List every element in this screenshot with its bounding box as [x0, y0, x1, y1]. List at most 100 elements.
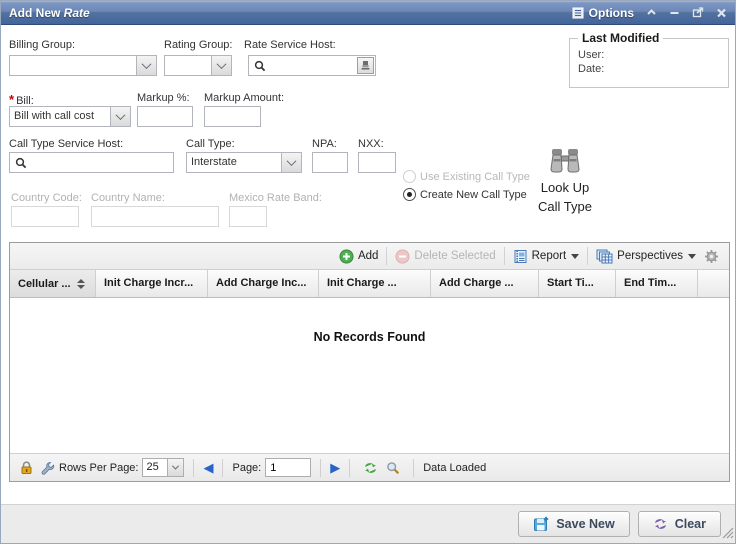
popout-button[interactable]	[692, 7, 704, 18]
search-icon	[254, 60, 266, 72]
markup-pct-label: Markup %:	[137, 92, 190, 104]
rates-grid: Add Delete Selected Report Perspectives	[9, 242, 730, 482]
nxx-field	[358, 152, 396, 173]
create-new-call-type-label: Create New Call Type	[420, 189, 527, 201]
column-header-end-time[interactable]: End Tim...	[616, 270, 698, 297]
pager-separator	[193, 459, 194, 477]
country-name-field	[91, 206, 219, 227]
refresh-icon[interactable]	[363, 461, 378, 475]
column-header-filler	[698, 270, 729, 297]
rate-service-host-clear-button[interactable]	[357, 57, 374, 74]
grid-header: Cellular ... Init Charge Incr... Add Cha…	[10, 270, 729, 298]
call-type-dropdown-button[interactable]	[281, 153, 301, 172]
markup-pct-field	[137, 106, 193, 127]
add-button[interactable]: Add	[339, 249, 378, 264]
markup-pct-input[interactable]	[138, 107, 192, 126]
nxx-label: NXX:	[358, 138, 384, 150]
perspectives-button[interactable]: Perspectives	[596, 249, 696, 264]
perspectives-label: Perspectives	[617, 250, 683, 262]
rows-per-page-label: Rows Per Page:	[59, 462, 138, 474]
column-header-cellular[interactable]: Cellular ...	[10, 270, 96, 297]
close-button[interactable]	[716, 8, 727, 18]
call-type-select[interactable]: Interstate	[186, 152, 302, 173]
title-bar: Add New Rate Options	[1, 1, 735, 25]
bill-select[interactable]: Bill with call cost	[9, 106, 131, 127]
add-new-rate-window: Add New Rate Options Billing Group: Rati…	[0, 0, 736, 544]
markup-amount-input[interactable]	[205, 107, 260, 126]
create-new-call-type-radio[interactable]: Create New Call Type	[403, 188, 527, 201]
caret-down-icon	[688, 254, 696, 259]
last-modified-group: Last Modified User: Date:	[569, 31, 729, 88]
next-page-button[interactable]: ▶	[330, 461, 340, 474]
country-code-field	[11, 206, 79, 227]
mexico-rate-band-field	[229, 206, 267, 227]
previous-page-button[interactable]: ◀	[203, 461, 213, 474]
pager-separator	[222, 459, 223, 477]
save-new-label: Save New	[556, 517, 614, 531]
report-button[interactable]: Report	[513, 249, 580, 264]
markup-amount-label: Markup Amount:	[204, 92, 284, 104]
last-modified-date-label: Date:	[578, 63, 720, 75]
npa-label: NPA:	[312, 138, 337, 150]
column-header-add-charge-incr[interactable]: Add Charge Inc...	[208, 270, 319, 297]
report-label: Report	[532, 250, 567, 262]
perspectives-icon	[596, 249, 613, 264]
lock-icon[interactable]	[20, 461, 33, 475]
mexico-rate-band-input	[230, 207, 266, 226]
resize-grip[interactable]	[721, 526, 734, 542]
pager-separator	[413, 459, 414, 477]
delete-icon	[395, 249, 410, 264]
toolbar-separator	[587, 247, 588, 265]
rating-group-value	[165, 56, 211, 75]
bill-dropdown-button[interactable]	[110, 107, 130, 126]
rating-group-dropdown-button[interactable]	[211, 56, 231, 75]
search-icon[interactable]	[386, 461, 400, 475]
grid-pager: Rows Per Page: 25 ◀ Page: ▶ Data Loaded	[10, 453, 729, 481]
call-type-service-host-field	[9, 152, 174, 173]
toolbar-separator	[386, 247, 387, 265]
chevron-down-icon	[287, 156, 297, 166]
search-icon	[15, 157, 27, 169]
rating-group-select[interactable]	[164, 55, 232, 76]
column-header-add-charge[interactable]: Add Charge ...	[431, 270, 539, 297]
billing-group-value	[10, 56, 136, 75]
collapse-button[interactable]	[646, 8, 657, 17]
clear-label: Clear	[675, 517, 706, 531]
chevron-down-icon	[217, 59, 227, 69]
wrench-icon[interactable]	[41, 461, 55, 475]
call-type-value: Interstate	[187, 153, 281, 172]
rows-per-page-dropdown-button[interactable]	[167, 459, 183, 476]
grid-body: No Records Found	[10, 298, 729, 453]
save-new-button[interactable]: Save New	[518, 511, 629, 537]
minimize-button[interactable]	[669, 8, 680, 17]
clear-button[interactable]: Clear	[638, 511, 721, 537]
options-button[interactable]: Options	[572, 6, 634, 20]
chevron-down-icon	[172, 463, 179, 470]
call-type-label: Call Type:	[186, 138, 235, 150]
npa-input[interactable]	[313, 153, 347, 172]
lookup-call-type-button[interactable]: Look Up Call Type	[529, 147, 601, 216]
page-input[interactable]	[265, 458, 311, 477]
minimize-icon	[669, 8, 680, 17]
column-header-init-charge[interactable]: Init Charge ...	[319, 270, 431, 297]
billing-group-dropdown-button[interactable]	[136, 56, 156, 75]
grid-toolbar: Add Delete Selected Report Perspectives	[10, 243, 729, 270]
rate-service-host-field	[248, 55, 376, 76]
column-header-start-time[interactable]: Start Ti...	[539, 270, 616, 297]
call-type-service-host-input[interactable]	[10, 153, 173, 172]
add-icon	[339, 249, 354, 264]
bill-label: *Bill:	[9, 92, 34, 107]
rows-per-page-value: 25	[143, 459, 167, 476]
options-label: Options	[589, 6, 634, 20]
gear-icon	[704, 249, 719, 264]
bottom-action-bar: Save New Clear	[1, 504, 735, 543]
rows-per-page-select[interactable]: 25	[142, 458, 184, 477]
billing-group-select[interactable]	[9, 55, 157, 76]
use-existing-call-type-label: Use Existing Call Type	[420, 171, 530, 183]
column-header-init-charge-incr[interactable]: Init Charge Incr...	[96, 270, 208, 297]
grid-settings-button[interactable]	[704, 249, 723, 264]
report-icon	[513, 249, 528, 264]
nxx-input[interactable]	[359, 153, 395, 172]
no-records-message: No Records Found	[10, 330, 729, 344]
rate-service-host-label: Rate Service Host:	[244, 39, 336, 51]
